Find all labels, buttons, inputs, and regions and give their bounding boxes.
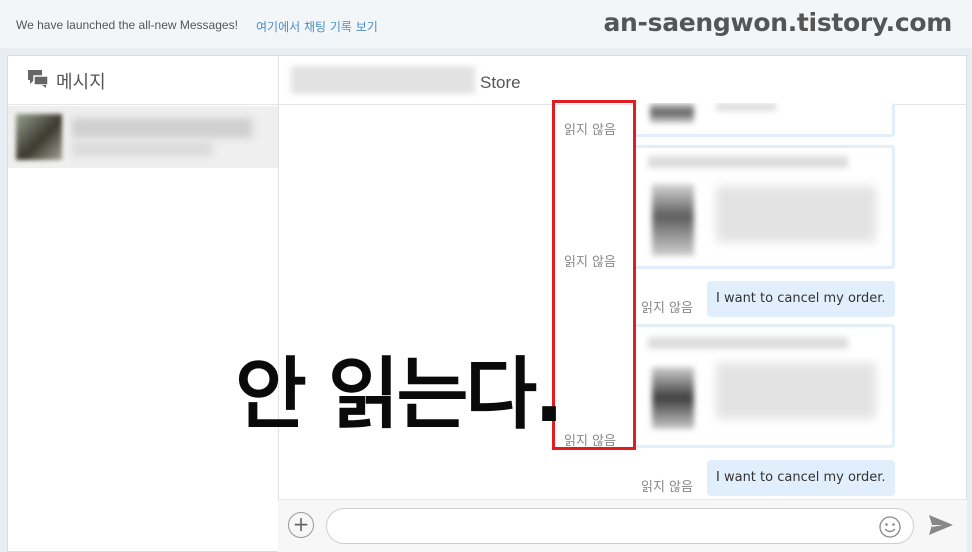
overlay-caption: 안 읽는다. — [235, 350, 564, 440]
sidebar-header: 메시지 — [8, 56, 278, 105]
conversation-name-redacted — [72, 118, 252, 138]
unread-label: 읽지 않음 — [564, 255, 616, 270]
avatar — [16, 114, 62, 160]
banner-text: We have launched the all-new Messages! — [16, 18, 238, 32]
sidebar: 메시지 — [8, 56, 279, 551]
message-bubble: I want to cancel my order. — [707, 460, 895, 496]
conversation-preview-redacted — [72, 142, 212, 156]
message-bubble: I want to cancel my order. — [707, 281, 895, 317]
unread-label: 읽지 않음 — [641, 301, 693, 316]
message-icon — [28, 70, 49, 92]
product-card[interactable] — [633, 145, 895, 269]
announcement-banner: We have launched the all-new Messages! 여… — [0, 0, 972, 48]
product-card[interactable] — [633, 103, 895, 137]
unread-label: 읽지 않음 — [564, 434, 616, 449]
unread-label: 읽지 않음 — [564, 123, 616, 138]
view-chat-history-link[interactable]: 여기에서 채팅 기록 보기 — [256, 18, 378, 35]
product-card[interactable] — [633, 324, 895, 448]
send-icon[interactable] — [929, 515, 953, 539]
unread-label: 읽지 않음 — [641, 480, 693, 495]
message-input[interactable] — [326, 508, 914, 544]
plus-icon[interactable]: + — [288, 512, 314, 538]
store-name: Store — [480, 73, 521, 92]
watermark: an-saengwon.tistory.com — [603, 8, 952, 37]
store-name-redacted — [291, 66, 475, 94]
emoji-icon[interactable] — [879, 516, 901, 542]
conversation-item[interactable] — [8, 106, 278, 168]
sidebar-title: 메시지 — [56, 72, 106, 93]
chat-header: Store — [279, 56, 966, 105]
composer: + — [278, 499, 967, 552]
